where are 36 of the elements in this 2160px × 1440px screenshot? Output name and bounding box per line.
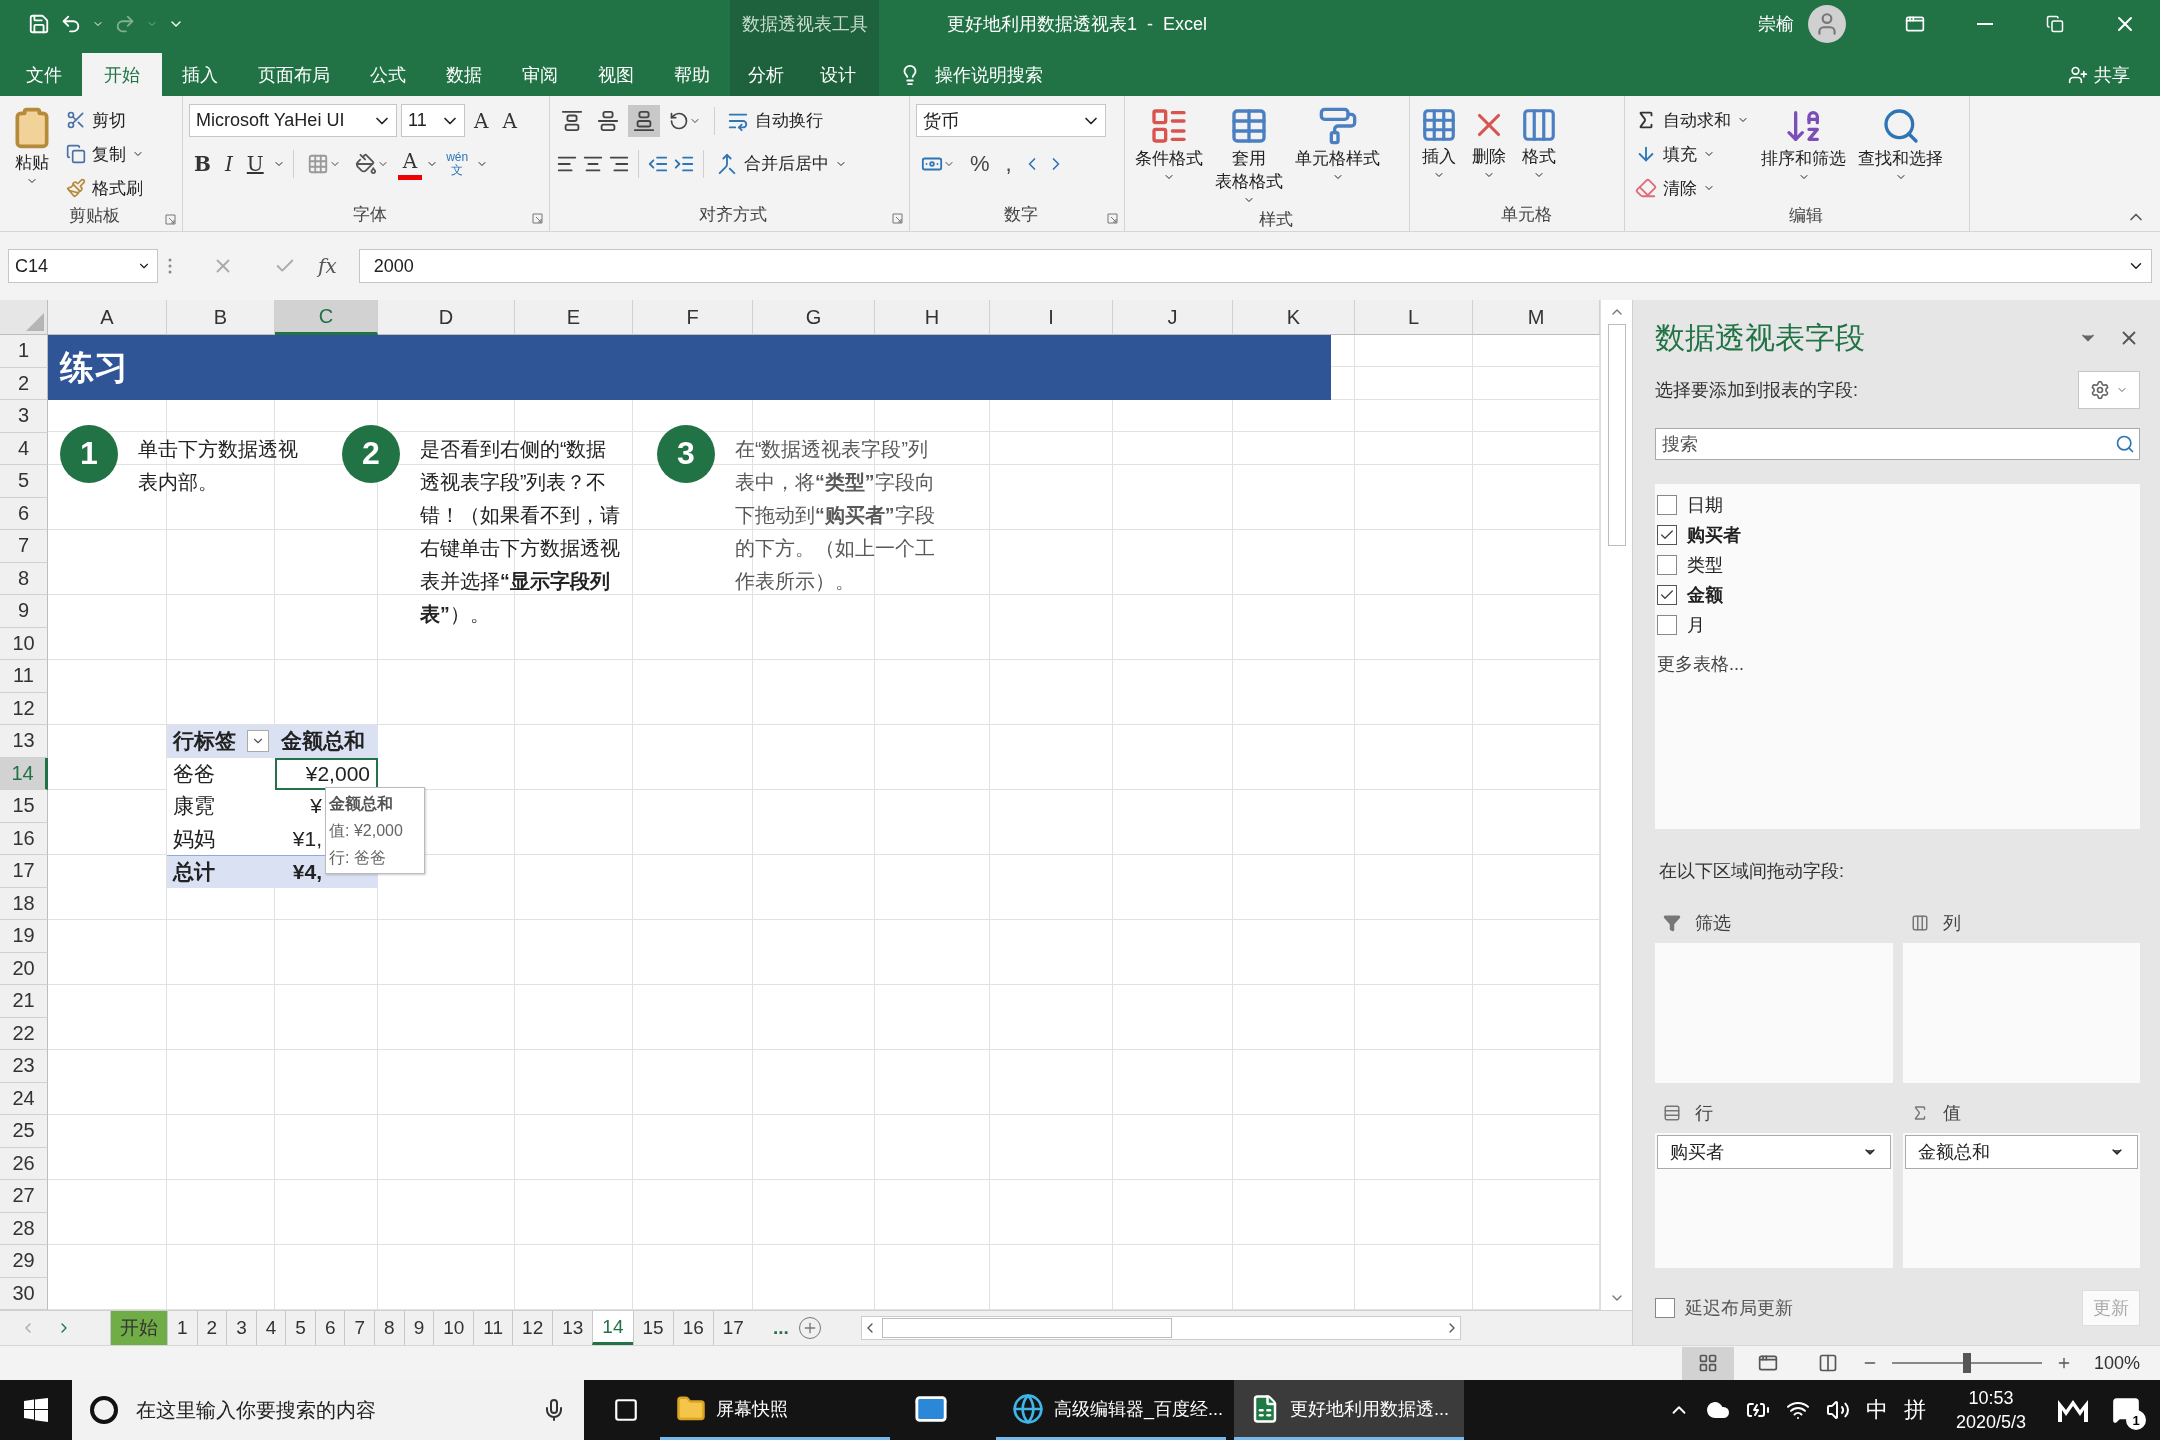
area-label: 值 [1942,1102,1961,1125]
user-name: 崇榆 [1758,12,1794,36]
group-label: 字体 [351,204,388,226]
step-text: 在“数据透视表字段”列表中，将“类型”字段向下拖动到“购买者”字段的下方。（如上一个工作表所示）。 [735,436,936,594]
area-label: 行 [1695,1102,1713,1125]
field-label: 类型 [1687,554,1723,577]
field-label: 月 [1687,614,1705,637]
tooltip-title: 金额总和 [329,794,394,814]
zoom-level: 100% [2093,1352,2140,1374]
step-text: 是否看到右侧的“数据透视表字段”列表？不错！（如果看不到，请右键单击下方数据透视表并选择“显示字段列表”）。 [420,436,620,627]
field-prompt: 选择要添加到报表的字段: [1655,379,1858,402]
pivot-header-text: 行标签 [173,728,236,755]
tooltip-line: 行: 爸爸 [329,848,387,868]
step-number: 2 [342,424,400,483]
notification-badge: 1 [2126,1410,2146,1430]
title-banner: 练习 [48,335,1331,400]
window-title: 更好地利用数据透视表1 - Excel [947,12,1208,36]
step-number: 3 [657,424,715,483]
areas-prompt: 在以下区域间拖动字段: [1659,860,1845,883]
area-label: 列 [1942,912,1961,935]
group-label: 数字 [1002,204,1039,226]
field-label: 日期 [1687,494,1723,517]
context-tool-label: 数据透视表工具 [730,0,879,47]
tooltip-line: 值: ¥2,000 [329,821,404,841]
group-label: 对齐方式 [698,204,768,226]
step-text: 单击下方数据透视表内部。 [138,436,299,495]
field-label: 购买者 [1687,524,1741,547]
group-label: 单元格 [1499,204,1553,226]
pane-title: 数据透视表字段 [1655,319,1866,356]
group-label: 样式 [1258,209,1294,231]
field-label: 金额 [1687,584,1723,607]
group-label: 剪贴板 [68,205,121,227]
step-number: 1 [60,424,118,483]
group-label: 编辑 [1788,205,1824,227]
defer-update-label: 延迟布局更新 [1685,1297,1793,1320]
area-label: 筛选 [1695,912,1731,935]
